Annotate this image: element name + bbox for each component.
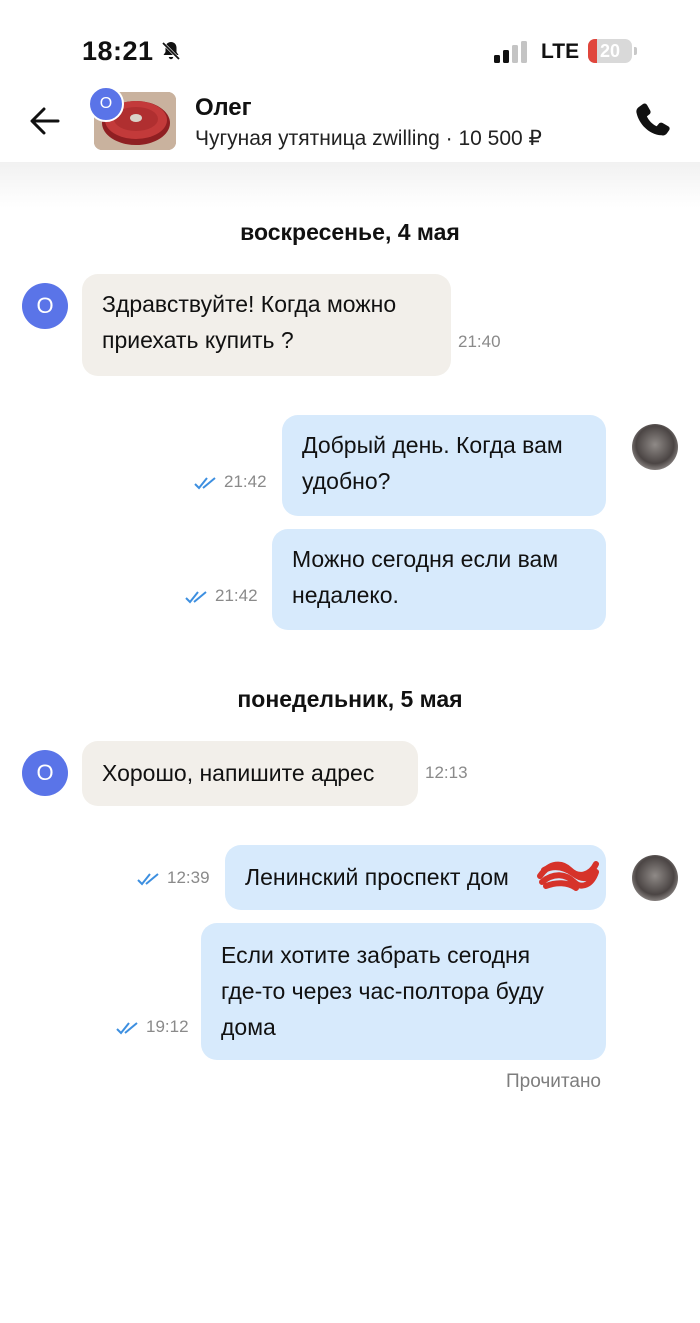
double-check-icon [137,872,159,886]
clock: 18:21 [82,36,154,66]
message-text: Если хотите забрать сегодня [221,942,531,968]
message-time: 12:39 [167,868,210,887]
double-check-icon [185,590,207,604]
back-arrow-icon[interactable] [28,104,62,138]
sender-avatar[interactable]: О [22,283,68,329]
message-time: 19:12 [146,1017,189,1036]
battery-icon: 20 [588,39,638,63]
message-text: Добрый день. Когда вам [302,432,563,458]
message-text: где-то через час-полтора буду [221,978,544,1004]
message-text: Здравствуйте! Когда можно [102,291,397,317]
header-shadow [0,162,700,208]
message-text: недалеко. [292,582,399,608]
message-text: Ленинский проспект дом [245,864,509,890]
message-meta: 12:39 [137,868,210,888]
product-title[interactable]: Чугуная утятница zwilling · 10 500 ₽ [195,126,542,151]
signal-icon [494,41,527,63]
message-text: приехать купить ? [102,327,294,353]
message-bubble-incoming[interactable]: Хорошо, напишите адрес [82,741,418,806]
phone-icon[interactable] [634,100,674,140]
status-bar: 18:21 LTE 20 [0,0,700,90]
message-bubble-incoming[interactable]: Здравствуйте! Когда можно приехать купит… [82,274,451,376]
message-text: Хорошо, напишите адрес [102,760,375,786]
message-time: 21:42 [215,586,258,605]
bell-slash-icon [161,41,181,61]
double-check-icon [194,476,216,490]
sender-avatar[interactable]: О [22,750,68,796]
message-time: 12:13 [425,763,468,782]
message-bubble-outgoing[interactable]: Если хотите забрать сегодня где-то через… [201,923,606,1060]
double-check-icon [116,1021,138,1035]
my-avatar [632,855,678,901]
network-type: LTE [541,40,580,63]
battery-level: 20 [599,41,621,61]
message-meta: 21:42 [185,586,258,606]
message-text: удобно? [302,468,391,494]
contact-name[interactable]: Олег [195,94,252,122]
message-time: 21:40 [458,332,501,351]
message-time: 21:42 [224,472,267,491]
read-status: Прочитано [506,1071,601,1092]
chat-header: О Олег Чугуная утятница zwilling · 10 50… [0,86,700,162]
message-meta: 21:42 [194,472,267,492]
message-text: дома [221,1014,276,1040]
message-bubble-outgoing[interactable]: Добрый день. Когда вам удобно? [282,415,606,516]
message-meta: 19:12 [116,1017,189,1037]
date-separator: понедельник, 5 мая [237,686,463,712]
redaction-scribble [537,861,599,891]
message-text: Можно сегодня если вам [292,546,559,572]
contact-avatar[interactable]: О [88,86,124,122]
date-separator: воскресенье, 4 мая [240,219,460,245]
my-avatar [632,424,678,470]
message-bubble-outgoing[interactable]: Можно сегодня если вам недалеко. [272,529,606,630]
